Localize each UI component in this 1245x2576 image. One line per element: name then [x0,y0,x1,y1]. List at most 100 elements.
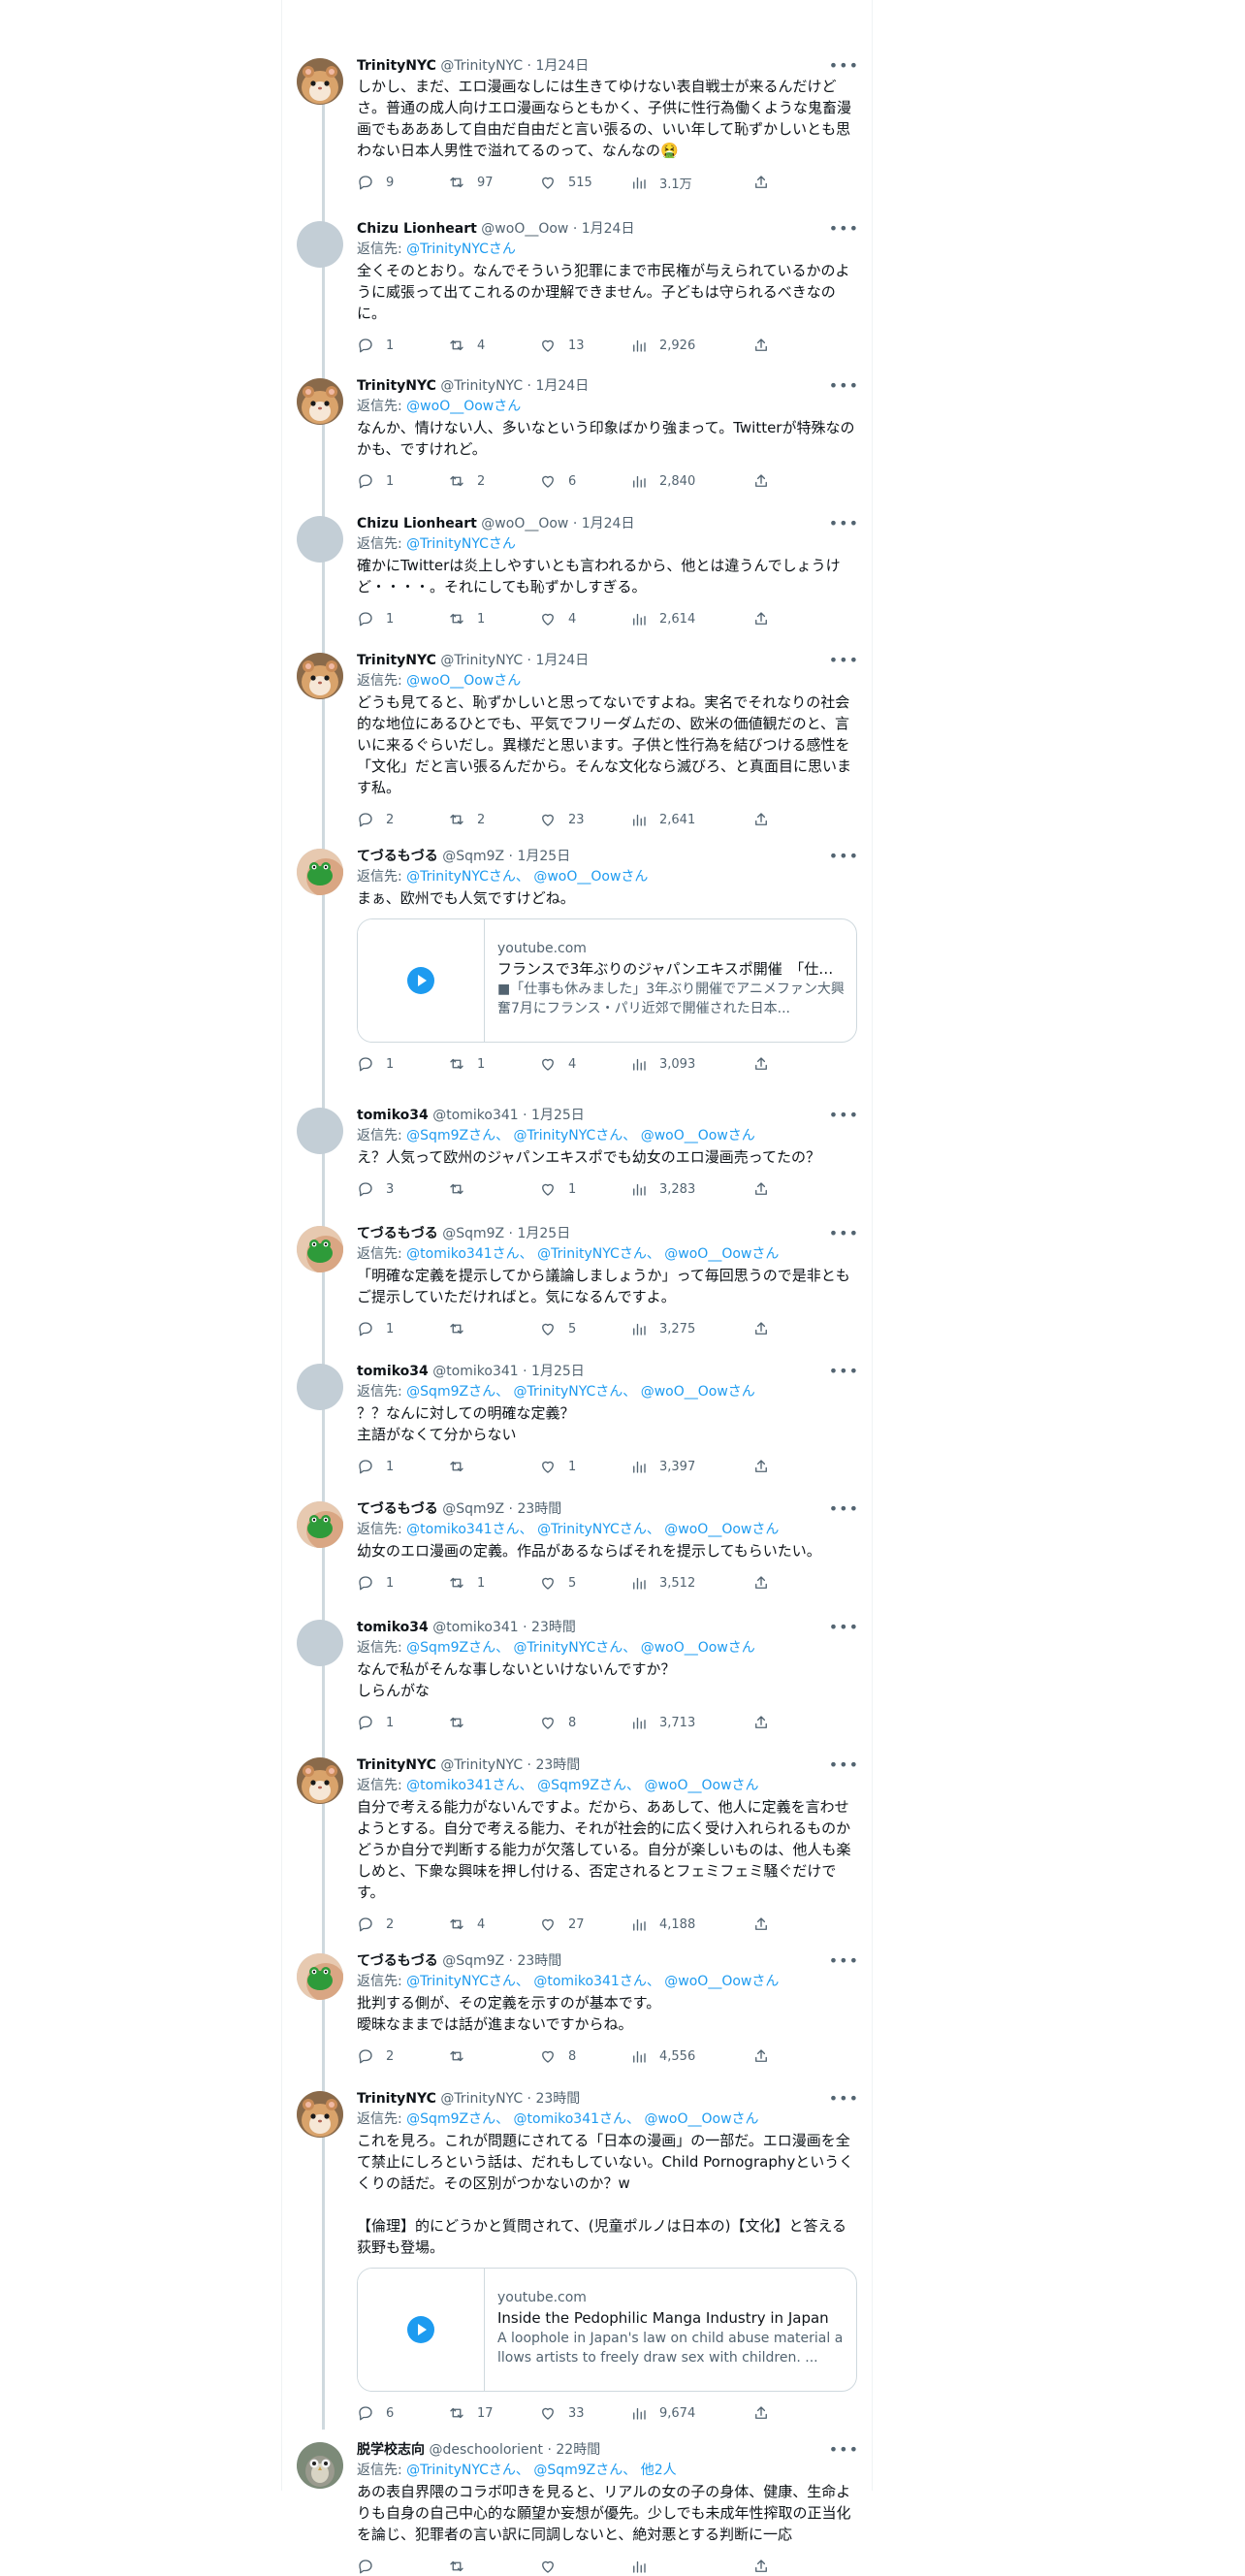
mention-link[interactable]: @woO__Oowさん [641,1384,755,1400]
retweet-button[interactable]: 2 [448,471,485,491]
avatar[interactable] [297,1501,343,1548]
more-options-icon[interactable]: ••• [829,2089,859,2109]
views-button[interactable]: 2,840 [630,471,695,491]
views-button[interactable]: 3,512 [630,1573,695,1593]
author-handle[interactable]: @deschoolorient [429,2442,543,2458]
views-button[interactable]: 4,188 [630,1915,695,1934]
more-options-icon[interactable]: ••• [829,514,859,533]
timestamp[interactable]: 1月24日 [535,653,589,668]
retweet-button[interactable]: 1 [448,1573,485,1593]
mention-link[interactable]: @woO__Oowさん [533,869,648,885]
like-button[interactable]: 23 [539,810,585,829]
author-name[interactable]: Chizu Lionheart [357,221,477,237]
author-name[interactable]: てづるもづる [357,1501,438,1517]
mention-link[interactable]: @TrinityNYCさん、 [537,1522,660,1537]
author-name[interactable]: てづるもづる [357,1226,438,1241]
author-handle[interactable]: @TrinityNYC [440,378,523,394]
link-card[interactable]: youtube.com フランスで3年ぶりのジャパンエキスポ開催 「仕… ■「仕事も… [357,918,857,1043]
mention-link[interactable]: @woO__Oowさん [664,1246,779,1262]
like-button[interactable]: 5 [539,1573,576,1593]
mention-link[interactable]: @tomiko341さん、 [406,1522,532,1537]
mention-link[interactable]: 他2人 [641,2463,677,2478]
share-button[interactable] [752,173,770,192]
share-button[interactable] [752,2046,770,2066]
avatar[interactable] [297,2091,343,2138]
retweet-button[interactable]: 2 [448,810,485,829]
author-handle[interactable]: @TrinityNYC [440,2091,523,2107]
avatar[interactable] [297,1364,343,1410]
reply-button[interactable]: 1 [357,1713,394,1732]
avatar[interactable] [297,1226,343,1272]
author-name[interactable]: tomiko34 [357,1364,429,1379]
author-name[interactable]: TrinityNYC [357,58,436,74]
avatar[interactable] [297,849,343,895]
reply-button[interactable]: 1 [357,1573,394,1593]
avatar[interactable] [297,2442,343,2489]
more-options-icon[interactable]: ••• [829,1499,859,1519]
author-name[interactable]: TrinityNYC [357,378,436,394]
more-options-icon[interactable]: ••• [829,2440,859,2460]
share-button[interactable] [752,336,770,355]
mention-link[interactable]: @Sqm9Zさん、 [537,1778,640,1793]
mention-link[interactable]: @woO__Oowさん [664,1974,779,1989]
mention-link[interactable]: @Sqm9Zさん、 [406,2111,509,2127]
reply-button[interactable]: 1 [357,471,394,491]
more-options-icon[interactable]: ••• [829,1362,859,1381]
avatar[interactable] [297,378,343,425]
retweet-button[interactable]: 4 [448,1915,485,1934]
author-name[interactable]: てづるもづる [357,849,438,864]
author-name[interactable]: tomiko34 [357,1108,429,1123]
reply-button[interactable]: 3 [357,1179,394,1199]
author-name[interactable]: TrinityNYC [357,2091,436,2107]
mention-link[interactable]: @woO__Oowさん [641,1640,755,1656]
author-handle[interactable]: @woO__Oow [481,516,568,531]
more-options-icon[interactable]: ••• [829,56,859,76]
like-button[interactable]: 4 [539,609,576,628]
mention-link[interactable]: @woO__Oowさん [406,673,521,689]
timestamp[interactable]: 23時間 [531,1620,576,1635]
reply-button[interactable]: 1 [357,1319,394,1338]
views-button[interactable]: 2,926 [630,336,695,355]
views-button[interactable]: 2,614 [630,609,695,628]
timestamp[interactable]: 22時間 [556,2442,600,2458]
share-button[interactable] [752,1573,770,1593]
author-name[interactable]: tomiko34 [357,1620,429,1635]
mention-link[interactable]: @TrinityNYCさん、 [406,1974,529,1989]
retweet-button[interactable] [448,1713,477,1732]
avatar[interactable] [297,653,343,699]
author-handle[interactable]: @tomiko341 [432,1620,518,1635]
mention-link[interactable]: @tomiko341さん、 [406,1246,532,1262]
views-button[interactable]: 3,283 [630,1179,695,1199]
mention-link[interactable]: @woO__Oowさん [406,399,521,414]
author-handle[interactable]: @tomiko341 [432,1364,518,1379]
mention-link[interactable]: @TrinityNYCさん [406,536,516,552]
share-button[interactable] [752,1915,770,1934]
retweet-button[interactable] [448,2557,477,2576]
retweet-button[interactable] [448,1179,477,1199]
views-button[interactable] [630,2557,659,2576]
play-icon[interactable] [406,966,435,995]
reply-button[interactable]: 1 [357,609,394,628]
more-options-icon[interactable]: ••• [829,219,859,239]
like-button[interactable]: 33 [539,2403,585,2423]
more-options-icon[interactable]: ••• [829,1106,859,1125]
retweet-button[interactable] [448,1457,477,1476]
share-button[interactable] [752,810,770,829]
avatar[interactable] [297,221,343,268]
retweet-button[interactable] [448,2046,477,2066]
retweet-button[interactable]: 17 [448,2403,494,2423]
mention-link[interactable]: @TrinityNYCさん [406,242,516,257]
views-button[interactable]: 4,556 [630,2046,695,2066]
views-button[interactable]: 2,641 [630,810,695,829]
author-handle[interactable]: @Sqm9Z [442,849,504,864]
mention-link[interactable]: @woO__Oowさん [641,1128,755,1143]
like-button[interactable]: 1 [539,1179,576,1199]
share-button[interactable] [752,2557,770,2576]
mention-link[interactable]: @TrinityNYCさん、 [406,2463,529,2478]
more-options-icon[interactable]: ••• [829,1951,859,1971]
like-button[interactable]: 13 [539,336,585,355]
share-button[interactable] [752,609,770,628]
like-button[interactable]: 27 [539,1915,585,1934]
more-options-icon[interactable]: ••• [829,376,859,396]
views-button[interactable]: 3,713 [630,1713,695,1732]
